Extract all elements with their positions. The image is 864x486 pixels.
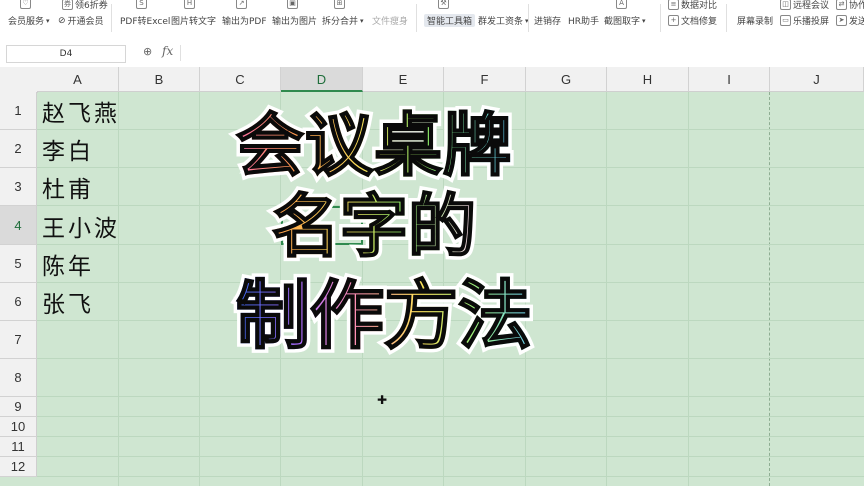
row-header-9[interactable]: 9 [0,397,37,417]
row-header-5[interactable]: 5 [0,245,37,283]
cell-a5[interactable]: 陈年 [42,245,94,283]
column-gridline [769,92,770,486]
cell-a2[interactable]: 李白 [42,130,94,168]
row-header-2[interactable]: 2 [0,130,37,168]
column-gridline [118,92,119,486]
column-header-d[interactable]: D [281,67,363,92]
column-header-j[interactable]: J [770,67,864,92]
cast-icon: ▭ [780,15,791,26]
send-icon: ➤ [836,15,847,26]
pdf-to-excel-button[interactable]: PDF转Excel [120,14,170,27]
row-header-8[interactable]: 8 [0,359,37,397]
export-pdf-icon: ↗ [236,0,247,9]
sheet-grid[interactable]: A B C D E F G H I J 1 2 3 4 5 6 7 8 9 10 11 12 赵飞燕 李白 杜甫 王小波 陈年 张飞 [0,67,864,486]
row-gridline [37,129,864,130]
ticket-icon: 券 [62,0,73,10]
member-heart-icon[interactable]: ♡ [20,0,31,9]
split-merge-icon: ⊞ [334,0,345,9]
row-gridline [37,456,864,457]
formula-input[interactable] [180,45,864,61]
row-header-1[interactable]: 1 [0,92,37,130]
row-gridline [37,167,864,168]
row-gridline [37,476,864,477]
column-gridline [443,92,444,486]
row-gridline [37,282,864,283]
screenshot-icon: A [616,0,627,9]
image-text-icon: H [184,0,195,9]
send-button[interactable]: ➤发送 [836,14,864,27]
smart-toolbox-button[interactable]: 智能工具箱 [424,14,476,27]
column-gridline [688,92,689,486]
column-header-f[interactable]: F [444,67,526,92]
open-member-button[interactable]: ⊘ 开通会员 [58,14,104,28]
row-gridline [37,436,864,437]
member-service-button[interactable]: 会员服务 ▾ [8,14,50,28]
column-header-b[interactable]: B [119,67,200,92]
row-gridline [37,358,864,359]
file-slim-button[interactable]: 文件瘦身 [372,14,408,27]
column-header-h[interactable]: H [607,67,689,92]
coauthor-button[interactable]: ⇄协作 [836,0,864,11]
row-gridline [37,416,864,417]
image-to-text-button[interactable]: 图片转文字 [171,14,216,27]
row-header-3[interactable]: 3 [0,168,37,206]
cell-a4[interactable]: 王小波 [42,206,120,245]
row-header-7[interactable]: 7 [0,321,37,359]
toolbox-icon: ⚒ [438,0,449,9]
screenshot-ocr-button[interactable]: 截图取字 ▾ [604,14,646,28]
select-all-corner[interactable] [0,67,38,93]
coupon-button[interactable]: 券领6折券 [62,0,108,11]
export-image-icon: ▣ [287,0,298,9]
formula-bar: D4 ⊕ fx [0,40,864,68]
compare-icon: ≡ [668,0,679,10]
active-cell-d4[interactable] [281,206,363,245]
invoicing-button[interactable]: 进销存 [534,14,561,27]
export-pdf-button[interactable]: 输出为PDF [222,14,267,27]
data-compare-button[interactable]: ≡ 数据对比 [668,0,717,11]
split-merge-button[interactable]: 拆分合并 ▾ [322,14,364,28]
meeting-icon: ◫ [780,0,791,10]
remote-meeting-button[interactable]: ◫ 远程会议 [780,0,829,11]
column-header-c[interactable]: C [200,67,281,92]
column-header-g[interactable]: G [526,67,607,92]
repair-icon: + [668,15,679,26]
row-gridline [37,320,864,321]
row-header-11[interactable]: 11 [0,437,37,457]
export-image-button[interactable]: 输出为图片 [272,14,317,27]
row-gridline [37,396,864,397]
column-gridline [199,92,200,486]
row-header-10[interactable]: 10 [0,417,37,437]
screen-record-button[interactable]: 屏幕录制 [737,14,773,27]
column-gridline [362,92,363,486]
check-circle-icon: ⊘ [58,15,66,26]
cell-a6[interactable]: 张飞 [42,283,94,321]
column-gridline [525,92,526,486]
doc-repair-button[interactable]: + 文档修复 [668,14,717,27]
chevron-down-icon: ▾ [46,16,50,25]
bulk-payroll-button[interactable]: 群发工资条 ▾ [478,14,529,28]
column-gridline [280,92,281,486]
name-box[interactable]: D4 [6,45,126,63]
ribbon-toolbar: ♡ 券领6折券 会员服务 ▾ ⊘ 开通会员 S PDF转Excel H 图片转文字 … [0,0,864,41]
cell-cursor-icon: ✚ [377,393,388,407]
row-gridline [37,205,864,206]
column-header-i[interactable]: I [689,67,770,92]
cell-a1[interactable]: 赵飞燕 [42,92,120,130]
column-header-e[interactable]: E [363,67,444,92]
coauthor-icon: ⇄ [836,0,847,10]
row-gridline [37,244,864,245]
cell-a3[interactable]: 杜甫 [42,168,94,206]
fx-icon[interactable]: fx [162,44,173,58]
share-screen-button[interactable]: ▭ 乐播投屏 [780,14,829,27]
column-gridline [606,92,607,486]
chevron-down-icon: ▾ [360,16,364,25]
hr-assistant-button[interactable]: HR助手 [568,14,599,27]
pdf-excel-icon: S [136,0,147,9]
row-header-4[interactable]: 4 [0,206,37,245]
column-header-a[interactable]: A [37,67,119,92]
row-header-12[interactable]: 12 [0,457,37,477]
chevron-down-icon: ▾ [642,16,646,25]
zoom-icon[interactable]: ⊕ [143,45,152,58]
row-header-6[interactable]: 6 [0,283,37,321]
